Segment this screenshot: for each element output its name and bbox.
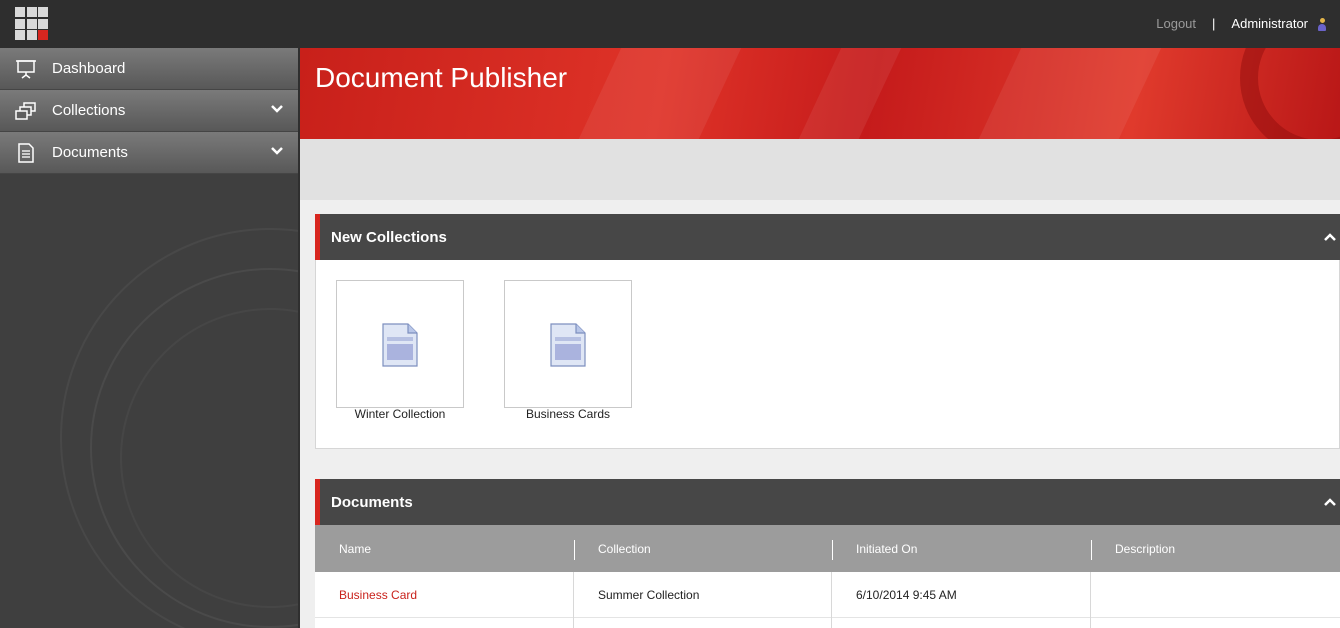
- table-cell: [1091, 618, 1340, 628]
- chevron-down-icon[interactable]: [270, 146, 284, 156]
- chevron-down-icon[interactable]: [270, 104, 284, 114]
- table-cell: [315, 618, 574, 628]
- new-collections-body: Winter Collection Business Cards: [315, 260, 1340, 449]
- sidebar-item-label: Dashboard: [52, 60, 126, 77]
- table-cell: [574, 618, 832, 628]
- collection-document-icon: [382, 323, 418, 367]
- user-name[interactable]: Administrator: [1231, 16, 1308, 31]
- chevron-up-icon[interactable]: [1324, 497, 1336, 507]
- sidebar-item-collections[interactable]: Collections: [0, 90, 298, 132]
- document-initiated-on: 6/10/2014 9:45 AM: [832, 572, 1091, 618]
- collection-document-icon: [550, 323, 586, 367]
- collection-tile-business-cards[interactable]: [504, 280, 632, 408]
- banner-decoration: [1240, 48, 1340, 139]
- column-header-collection[interactable]: Collection: [574, 525, 832, 572]
- column-header-name[interactable]: Name: [315, 525, 574, 572]
- sidebar: Dashboard Collections Documents: [0, 48, 300, 628]
- logout-link[interactable]: Logout: [1156, 16, 1196, 31]
- user-nav: Logout | Administrator: [1156, 16, 1328, 31]
- document-icon: [18, 143, 34, 163]
- presentation-icon: [16, 60, 36, 79]
- document-description: [1091, 572, 1340, 618]
- toolbar-area: [300, 139, 1340, 200]
- column-header-initiated-on[interactable]: Initiated On: [832, 525, 1091, 572]
- collection-tile-winter[interactable]: [336, 280, 464, 408]
- collection-label: Winter Collection: [354, 407, 446, 421]
- document-name-link[interactable]: Business Card: [315, 572, 574, 618]
- panel-title: Documents: [331, 494, 413, 511]
- user-icon[interactable]: [1316, 17, 1328, 31]
- app-logo-icon[interactable]: [15, 7, 48, 40]
- top-bar: Logout | Administrator: [0, 0, 1340, 48]
- sidebar-item-documents[interactable]: Documents: [0, 132, 298, 174]
- header-banner: Document Publisher: [300, 48, 1340, 139]
- documents-table-header: Name Collection Initiated On Description: [315, 525, 1340, 572]
- nav-separator: |: [1212, 16, 1216, 31]
- table-cell: [832, 618, 1091, 628]
- chevron-up-icon[interactable]: [1324, 232, 1336, 242]
- sidebar-item-label: Documents: [52, 144, 128, 161]
- panel-title: New Collections: [331, 229, 447, 246]
- sidebar-item-label: Collections: [52, 102, 126, 119]
- table-row[interactable]: Business Card Summer Collection 6/10/201…: [315, 572, 1340, 618]
- collections-icon: [15, 102, 36, 120]
- column-header-description[interactable]: Description: [1091, 525, 1340, 572]
- collection-label: Business Cards: [525, 407, 611, 421]
- page-title: Document Publisher: [315, 62, 568, 93]
- table-row[interactable]: [315, 618, 1340, 628]
- document-collection: Summer Collection: [574, 572, 832, 618]
- sidebar-item-dashboard[interactable]: Dashboard: [0, 48, 298, 90]
- documents-header: Documents: [315, 479, 1340, 525]
- new-collections-header: New Collections: [315, 214, 1340, 260]
